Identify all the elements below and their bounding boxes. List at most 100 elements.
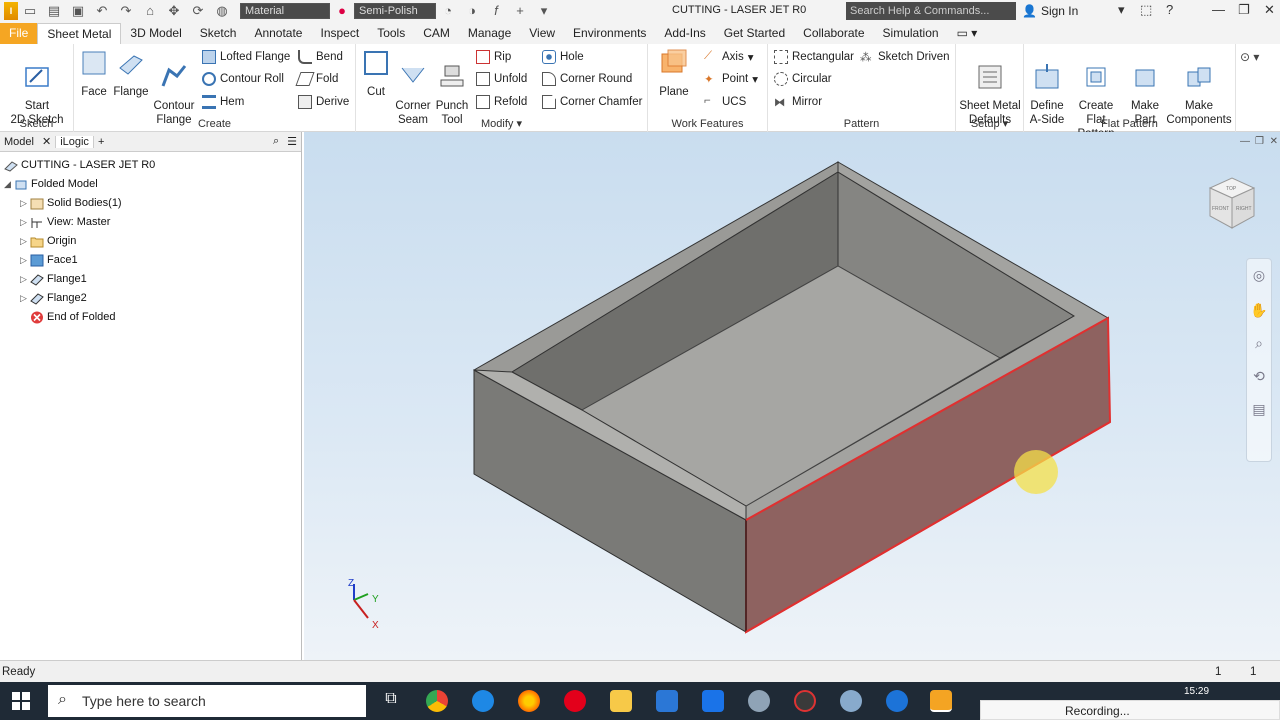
zoom-icon[interactable]: ⌕	[1247, 335, 1271, 352]
recording-indicator[interactable]: Recording...	[980, 700, 1280, 720]
taskbar-search-box[interactable]: ⌕ Type here to search	[48, 685, 366, 717]
app-icon-2[interactable]	[794, 690, 816, 712]
expand-arrow-icon[interactable]: ▷	[20, 198, 30, 209]
app-icon-3[interactable]	[840, 690, 862, 712]
corner-chamfer-button[interactable]: Corner Chamfer	[542, 95, 642, 109]
tab-simulation[interactable]: Simulation	[874, 23, 948, 44]
close-tab-icon[interactable]: ✕	[38, 135, 55, 148]
tree-item-folded-model[interactable]: ◢ Folded Model	[4, 175, 98, 193]
tree-item-origin[interactable]: ▷ Origin	[20, 232, 76, 250]
unfold-button[interactable]: Unfold	[476, 72, 527, 86]
tab-collaborate[interactable]: Collaborate	[794, 23, 873, 44]
tab-sketch[interactable]: Sketch	[191, 23, 246, 44]
restore-icon[interactable]: ❐	[1238, 2, 1250, 18]
customize-dropdown-icon[interactable]: ▾	[536, 3, 552, 19]
select-icon[interactable]: ✥	[166, 3, 182, 19]
plane-button[interactable]: Plane	[654, 48, 694, 99]
function-icon[interactable]: f	[488, 3, 504, 19]
point-button[interactable]: ✦ Point ▾	[704, 72, 758, 86]
derive-button[interactable]: Derive	[298, 95, 349, 109]
file-explorer-icon[interactable]	[610, 690, 632, 712]
update-icon[interactable]: ⟳	[190, 3, 206, 19]
tree-item-flange1[interactable]: ▷ Flange1	[20, 270, 87, 288]
opera-icon[interactable]	[564, 690, 586, 712]
tab-add-ins[interactable]: Add-Ins	[655, 23, 714, 44]
tab-sheet-metal[interactable]: Sheet Metal	[37, 23, 122, 44]
add-tab-icon[interactable]: +	[94, 136, 108, 148]
expand-arrow-icon[interactable]: ▷	[20, 255, 30, 266]
mirror-button[interactable]: ⧓ Mirror	[774, 95, 822, 109]
save-icon[interactable]: ▣	[70, 3, 86, 19]
ucs-button[interactable]: ⌐ UCS	[704, 95, 746, 109]
tab-3d-model[interactable]: 3D Model	[121, 23, 190, 44]
steering-wheel-icon[interactable]: ◎	[1247, 267, 1271, 284]
viewport-restore-icon[interactable]: ❐	[1255, 136, 1264, 147]
corner-seam-button[interactable]: Corner Seam	[394, 48, 432, 127]
cart-icon[interactable]: ⬚	[1140, 2, 1152, 18]
chrome-icon[interactable]	[426, 690, 448, 712]
home-icon[interactable]: ⌂	[142, 3, 158, 19]
graphics-viewport[interactable]: Z Y X TOP FRONT RIGHT — ❐ ✕ ◎ ✋ ⌕ ⟲ ▤	[304, 132, 1280, 660]
flange-button[interactable]: Flange	[112, 48, 150, 99]
browser-tab-model[interactable]: Model	[0, 136, 38, 148]
adjust-icon[interactable]: ◑	[464, 3, 480, 19]
tab-file[interactable]: File	[0, 23, 38, 44]
close-window-icon[interactable]: ✕	[1264, 2, 1275, 18]
circular-pattern-button[interactable]: Circular	[774, 72, 832, 86]
viewport-close-icon[interactable]: ✕	[1270, 136, 1278, 147]
hem-button[interactable]: Hem	[202, 95, 244, 109]
app-icon-4[interactable]	[886, 690, 908, 712]
tab-inspect[interactable]: Inspect	[311, 23, 368, 44]
cut-button[interactable]: Cut	[360, 48, 392, 99]
undo-icon[interactable]: ↶	[94, 3, 110, 19]
edge-icon[interactable]	[472, 690, 494, 712]
define-a-side-button[interactable]: Define A-Side	[1026, 48, 1068, 127]
globe-icon[interactable]: ◍	[214, 3, 230, 19]
panel-title-setup[interactable]: Setup ▾	[956, 117, 1023, 130]
hole-button[interactable]: Hole	[542, 50, 584, 64]
sheet-metal-defaults-button[interactable]: Sheet Metal Defaults	[958, 48, 1022, 127]
mail-icon[interactable]	[702, 690, 724, 712]
windows-start-icon[interactable]	[12, 692, 30, 710]
expand-arrow-icon[interactable]: ▷	[20, 236, 30, 247]
axis-button[interactable]: ⟋ Axis ▾	[704, 50, 754, 64]
browser-menu-icon[interactable]: ☰	[283, 135, 301, 148]
tree-item-flange2[interactable]: ▷ Flange2	[20, 289, 87, 307]
fold-button[interactable]: Fold	[295, 72, 338, 86]
help-icon[interactable]: ?	[1166, 2, 1173, 17]
lofted-flange-button[interactable]: Lofted Flange	[202, 50, 290, 64]
signin-dropdown-icon[interactable]: ▾	[1118, 2, 1125, 18]
punch-tool-button[interactable]: Punch Tool	[432, 48, 472, 127]
inventor-app-icon[interactable]: I	[4, 2, 18, 20]
tree-item-solid-bodies[interactable]: ▷ Solid Bodies(1)	[20, 194, 122, 212]
tab-view[interactable]: View	[520, 23, 564, 44]
expand-arrow-icon[interactable]: ▷	[20, 293, 30, 304]
contour-flange-button[interactable]: Contour Flange	[152, 48, 196, 127]
make-part-button[interactable]: Make Part	[1126, 48, 1164, 127]
face-button[interactable]: Face	[78, 48, 110, 99]
view-cube[interactable]: TOP FRONT RIGHT	[1208, 177, 1256, 229]
task-view-icon[interactable]: ⧉	[380, 690, 402, 712]
bend-button[interactable]: Bend	[298, 50, 343, 64]
rectangular-pattern-button[interactable]: Rectangular	[774, 50, 854, 64]
contour-roll-button[interactable]: Contour Roll	[202, 72, 284, 86]
app-icon-1[interactable]	[748, 690, 770, 712]
open-folder-icon[interactable]: ▤	[46, 3, 62, 19]
clear-appearance-icon[interactable]: ◔	[440, 3, 456, 19]
expand-arrow-icon[interactable]: ▷	[20, 274, 30, 285]
sign-in-button[interactable]: 👤 Sign In	[1022, 4, 1078, 18]
panel-title-modify[interactable]: Modify ▾	[356, 117, 647, 130]
collapse-arrow-icon[interactable]: ◢	[4, 179, 14, 190]
browser-search-icon[interactable]: ⌕	[269, 135, 283, 148]
tab-environments[interactable]: Environments	[564, 23, 655, 44]
tree-item-end-of-folded[interactable]: End of Folded	[30, 308, 116, 326]
help-search-input[interactable]: Search Help & Commands...	[846, 2, 1016, 20]
material-combo[interactable]: Material	[240, 3, 330, 19]
store-icon[interactable]	[656, 690, 678, 712]
measure-icon[interactable]: +	[512, 3, 528, 19]
browser-tab-ilogic[interactable]: iLogic	[55, 135, 94, 148]
pan-hand-icon[interactable]: ✋	[1247, 302, 1271, 319]
corner-round-button[interactable]: Corner Round	[542, 72, 632, 86]
ribbon-expand-icon[interactable]: ⊙ ▾	[1240, 50, 1259, 64]
tab-tools[interactable]: Tools	[368, 23, 414, 44]
